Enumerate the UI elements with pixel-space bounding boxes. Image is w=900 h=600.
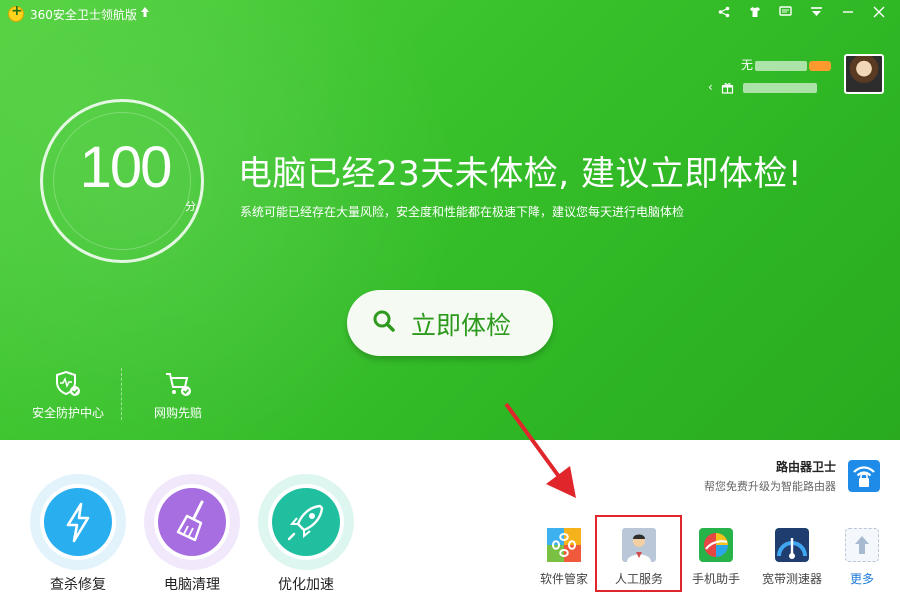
score-unit: 分 <box>185 200 196 213</box>
app-title: 360安全卫士领航版 <box>30 8 137 22</box>
broom-icon <box>158 488 226 556</box>
pc-clean-circle <box>144 474 240 570</box>
software-manager-label: 软件管家 <box>539 572 588 586</box>
hero-panel: 360安全卫士领航版 无 <box>0 0 900 440</box>
page-title: 电脑已经23天未体检, 建议立即体检! <box>238 154 803 194</box>
shirt-icon[interactable] <box>739 4 770 24</box>
cart-check-icon <box>166 373 191 396</box>
close-icon[interactable] <box>863 4 894 24</box>
user-info-row: ‹ <box>708 80 848 94</box>
virus-scan-label: 查杀修复 <box>50 577 106 593</box>
router-guard-title: 路由器卫士 <box>775 460 836 474</box>
pc-clean-label: 电脑清理 <box>164 577 220 593</box>
phone-helper-button[interactable]: 手机助手 <box>680 528 752 587</box>
message-icon[interactable] <box>770 4 801 24</box>
app-logo-icon <box>8 3 24 22</box>
score-ring[interactable]: 100 分 <box>40 99 204 263</box>
score-value: 100 <box>79 135 173 200</box>
rocket-icon <box>272 488 340 556</box>
annotation-arrow <box>504 402 576 498</box>
virus-scan-button[interactable]: 查杀修复 <box>30 474 126 594</box>
chevron-left-icon[interactable]: ‹ <box>708 80 713 94</box>
shield-check-icon <box>56 370 80 396</box>
shopping-guarantee-button[interactable]: 网购先赔 <box>138 370 218 421</box>
more-tools-label: 更多 <box>849 572 874 586</box>
pc-clean-button[interactable]: 电脑清理 <box>144 474 240 594</box>
user-name-prefix: 无 <box>741 58 754 72</box>
more-tools-button[interactable]: 更多 <box>826 528 898 587</box>
user-name-masked <box>755 60 808 71</box>
user-name[interactable]: 无 <box>741 56 841 73</box>
router-guard-subtitle: 帮您免费升级为智能路由器 <box>704 480 836 493</box>
highlight-box <box>595 515 682 592</box>
shopping-guarantee-label: 网购先赔 <box>153 406 202 420</box>
title-bar: 360安全卫士领航版 <box>0 0 900 28</box>
software-manager-icon <box>547 528 581 562</box>
lightning-icon <box>44 488 112 556</box>
check-now-button[interactable]: 立即体检 <box>347 290 553 356</box>
phone-helper-icon <box>699 528 733 562</box>
vip-badge <box>809 60 832 71</box>
phone-helper-label: 手机助手 <box>691 572 740 586</box>
page-subtitle: 系统可能已经存在大量风险，安全度和性能都在极速下降，建议您每天进行电脑体检 <box>240 205 685 219</box>
minimize-icon[interactable] <box>832 4 863 24</box>
user-info-masked <box>743 82 818 93</box>
up-arrow-icon[interactable] <box>140 6 150 21</box>
speed-test-button[interactable]: 宽带测速器 <box>756 528 828 587</box>
menu-icon[interactable] <box>801 4 832 24</box>
wifi-lock-icon <box>848 460 880 492</box>
security-center-label: 安全防护中心 <box>31 406 104 420</box>
more-arrow-icon <box>845 528 879 562</box>
speed-up-button[interactable]: 优化加速 <box>258 474 354 594</box>
speed-up-label: 优化加速 <box>278 577 334 593</box>
share-icon[interactable] <box>708 4 739 24</box>
speed-up-circle <box>258 474 354 570</box>
avatar[interactable] <box>844 54 884 94</box>
software-manager-button[interactable]: 软件管家 <box>528 528 600 587</box>
virus-scan-circle <box>30 474 126 570</box>
divider <box>121 368 122 420</box>
gift-icon[interactable] <box>717 80 738 94</box>
security-center-button[interactable]: 安全防护中心 <box>28 370 108 421</box>
check-now-label: 立即体检 <box>411 311 512 340</box>
speedometer-icon <box>775 528 809 562</box>
search-icon <box>373 310 395 332</box>
window-controls <box>708 4 894 24</box>
speed-test-label: 宽带测速器 <box>761 572 822 586</box>
